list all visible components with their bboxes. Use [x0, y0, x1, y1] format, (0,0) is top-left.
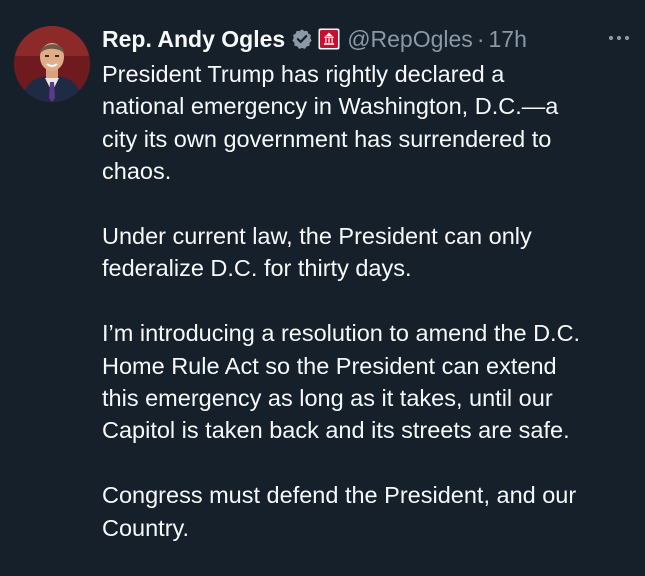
tweet-header: Rep. Andy Ogles @RepOgles · 17h: [102, 22, 527, 56]
avatar-image: [14, 26, 90, 102]
tweet-text: President Trump has rightly declared a n…: [102, 58, 638, 576]
tweet-paragraph: Congress must defend the President, and …: [102, 482, 577, 541]
more-options-icon[interactable]: [606, 27, 632, 49]
header-separator: ·: [476, 25, 485, 52]
avatar[interactable]: [14, 26, 90, 102]
author-name[interactable]: Rep. Andy Ogles: [102, 26, 285, 53]
verified-badge-icon[interactable]: [291, 28, 313, 50]
tweet-paragraph: Under current law, the President can onl…: [102, 223, 532, 282]
tweet[interactable]: Rep. Andy Ogles @RepOgles · 17h Presiden…: [0, 0, 645, 553]
tweet-paragraph: President Trump has rightly declared a n…: [102, 61, 559, 185]
tweet-paragraph: I’m introducing a resolution to amend th…: [102, 320, 581, 444]
timestamp[interactable]: 17h: [488, 26, 526, 53]
congress-seal-icon[interactable]: [318, 28, 340, 50]
author-handle[interactable]: @RepOgles: [347, 26, 473, 53]
